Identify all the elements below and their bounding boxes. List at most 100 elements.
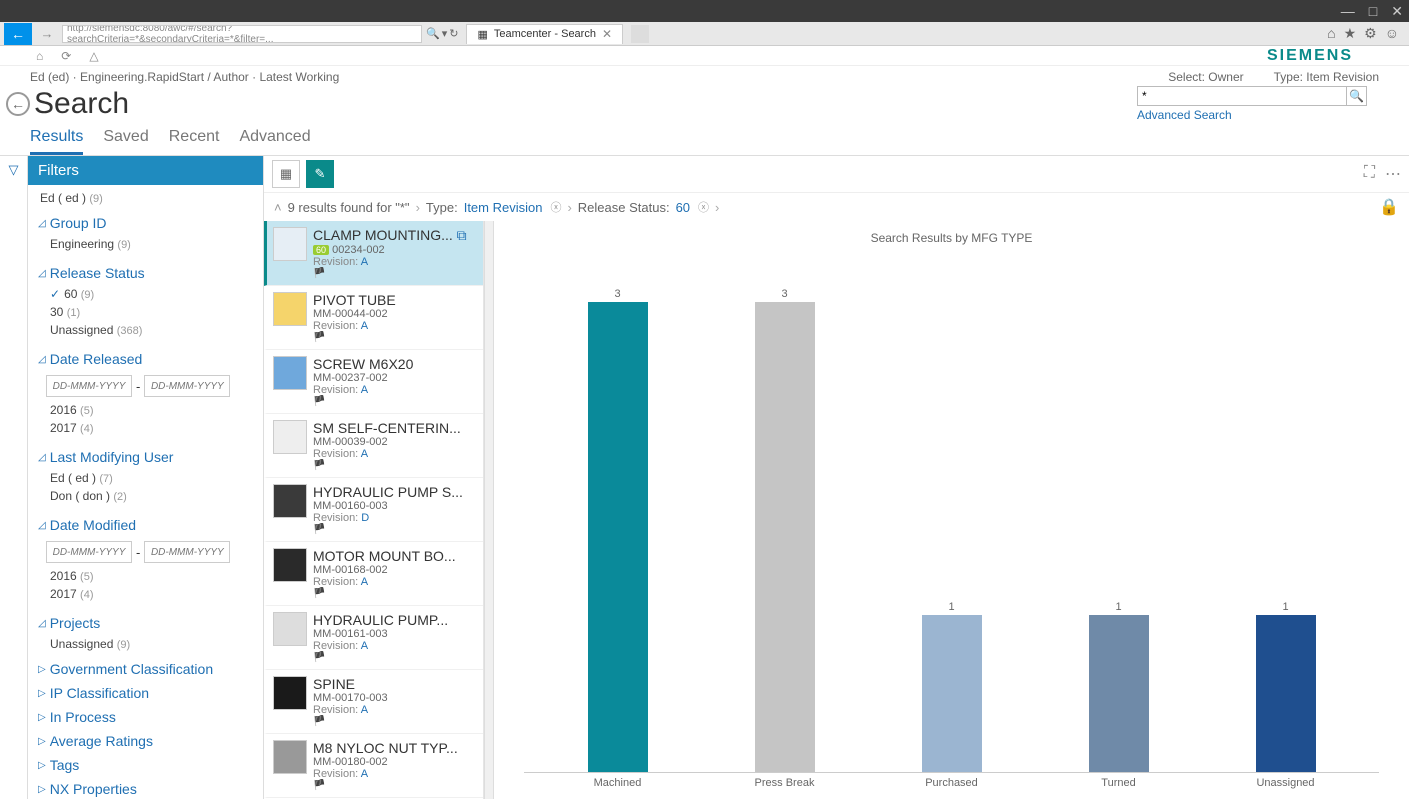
fullscreen-icon[interactable]: ⛶ — [1364, 164, 1375, 184]
result-card[interactable]: MOTOR MOUNT BO...MM-00168-002Revision: A… — [264, 542, 483, 606]
filter-section: ◿Date Released-2016 (5)2017 (4) — [28, 343, 263, 441]
advanced-search-link[interactable]: Advanced Search — [1137, 108, 1232, 122]
bar-value-label: 1 — [948, 601, 954, 613]
filter-title[interactable]: ◿Date Released — [38, 347, 263, 371]
result-card[interactable]: SPINEMM-00170-003Revision: A🏴 — [264, 670, 483, 734]
result-card[interactable]: HYDRAULIC PUMP...MM-00161-003Revision: A… — [264, 606, 483, 670]
favorites-icon[interactable]: ★ — [1344, 25, 1357, 42]
filter-title[interactable]: ◿Release Status — [38, 261, 263, 285]
open-icon[interactable]: ⧉ — [457, 227, 467, 243]
new-tab-button[interactable] — [631, 25, 649, 43]
date-from-input[interactable] — [46, 541, 132, 563]
chart-bar[interactable]: 1 — [912, 601, 992, 772]
reload-icon[interactable]: ↻ — [449, 27, 458, 40]
browser-tab[interactable]: ▦ Teamcenter - Search ✕ — [466, 24, 623, 44]
date-to-input[interactable] — [144, 375, 230, 397]
date-range: - — [38, 371, 263, 401]
filter-item[interactable]: 2016 (5) — [38, 567, 263, 585]
expand-icon: ▷ — [38, 736, 46, 747]
home-icon[interactable]: ⌂ — [1327, 25, 1335, 42]
result-card[interactable]: SM SELF-CENTERIN...MM-00039-002Revision:… — [264, 414, 483, 478]
tab-recent[interactable]: Recent — [169, 128, 220, 155]
result-thumbnail — [273, 740, 307, 774]
result-card[interactable]: CLAMP MOUNTING... ⧉60 00234-002Revision:… — [264, 221, 483, 286]
result-thumbnail — [273, 292, 307, 326]
settings-icon[interactable]: ⚙ — [1364, 25, 1377, 42]
browser-url-bar[interactable]: http://siemensdc:8080/awc/#/search?searc… — [62, 25, 422, 43]
filter-title-collapsed[interactable]: ▷Government Classification — [28, 657, 263, 681]
table-view-button[interactable]: ▦ — [272, 160, 300, 188]
splitter[interactable] — [484, 221, 494, 799]
app-refresh-icon[interactable]: ⟳ — [61, 49, 71, 63]
filter-icon[interactable]: ▽ — [9, 162, 19, 799]
app-notification-icon[interactable]: △ — [89, 49, 98, 63]
page-header: ← Search 🔍 Advanced Search — [0, 86, 1409, 122]
tab-close-button[interactable]: ✕ — [602, 27, 612, 41]
filter-title[interactable]: ◿Group ID — [38, 211, 263, 235]
filter-item[interactable]: Engineering (9) — [38, 235, 263, 253]
crumb-status-value[interactable]: 60 — [676, 200, 690, 215]
bar-value-label: 1 — [1115, 601, 1121, 613]
result-revision: Revision: D — [313, 512, 477, 524]
result-card[interactable]: M8 NYLOC NUT TYP...MM-00180-002Revision:… — [264, 734, 483, 798]
filter-item-count: (368) — [117, 325, 143, 337]
result-card[interactable]: HYDRAULIC PUMP S...MM-00160-003Revision:… — [264, 478, 483, 542]
filter-title-collapsed[interactable]: ▷NX Properties — [28, 777, 263, 799]
crumb-type-remove[interactable]: ⓧ — [550, 199, 561, 215]
date-range: - — [38, 537, 263, 567]
date-from-input[interactable] — [46, 375, 132, 397]
filter-section: ◿Last Modifying UserEd ( ed ) (7)Don ( d… — [28, 441, 263, 509]
owner-filter-label[interactable]: Ed ( ed ) — [40, 191, 86, 205]
result-card[interactable]: SCREW M6X20MM-00237-002Revision: A🏴 — [264, 350, 483, 414]
result-thumbnail — [273, 356, 307, 390]
window-close-button[interactable]: ✕ — [1391, 3, 1403, 20]
search-button[interactable]: 🔍 — [1347, 86, 1367, 106]
filter-item[interactable]: Ed ( ed ) (7) — [38, 469, 263, 487]
tab-saved[interactable]: Saved — [103, 128, 148, 155]
result-title: CLAMP MOUNTING... ⧉ — [313, 227, 477, 244]
filter-item[interactable]: Don ( don ) (2) — [38, 487, 263, 505]
feedback-icon[interactable]: ☺ — [1385, 25, 1399, 42]
result-card[interactable]: PIVOT TUBEMM-00044-002Revision: A🏴 — [264, 286, 483, 350]
filter-title-collapsed[interactable]: ▷Tags — [28, 753, 263, 777]
page-back-button[interactable]: ← — [6, 92, 30, 116]
filter-item-count: (5) — [80, 571, 93, 583]
filter-title[interactable]: ◿Projects — [38, 611, 263, 635]
filter-title-collapsed[interactable]: ▷Average Ratings — [28, 729, 263, 753]
app-home-icon[interactable]: ⌂ — [36, 49, 43, 63]
tab-results[interactable]: Results — [30, 128, 83, 155]
crumb-status-remove[interactable]: ⓧ — [698, 199, 709, 215]
chart-bar[interactable]: 3 — [578, 288, 658, 772]
filter-title-collapsed[interactable]: ▷In Process — [28, 705, 263, 729]
date-to-input[interactable] — [144, 541, 230, 563]
search-icon[interactable]: 🔍 — [426, 27, 440, 40]
filter-item-label: 60 — [64, 287, 77, 301]
filter-title[interactable]: ◿Last Modifying User — [38, 445, 263, 469]
filter-title-collapsed[interactable]: ▷IP Classification — [28, 681, 263, 705]
tab-advanced[interactable]: Advanced — [239, 128, 310, 155]
crumb-type-value[interactable]: Item Revision — [464, 200, 543, 215]
filter-item[interactable]: Unassigned (9) — [38, 635, 263, 653]
chart-bar[interactable]: 3 — [745, 288, 825, 772]
filter-item[interactable]: ✓60 (9) — [38, 285, 263, 303]
result-thumbnail — [273, 484, 307, 518]
filter-title[interactable]: ◿Date Modified — [38, 513, 263, 537]
chart-view-button[interactable]: ✎ — [306, 160, 334, 188]
browser-forward-button[interactable]: → — [36, 26, 58, 41]
collapse-crumb-icon[interactable]: ˄ — [274, 200, 282, 215]
lock-icon[interactable]: 🔒 — [1379, 197, 1399, 217]
filter-item[interactable]: 30 (1) — [38, 303, 263, 321]
chart-bar[interactable]: 1 — [1246, 601, 1326, 772]
window-minimize-button[interactable]: — — [1341, 3, 1355, 19]
filter-item[interactable]: 2016 (5) — [38, 401, 263, 419]
search-tabs: Results Saved Recent Advanced — [0, 122, 1409, 156]
more-menu-icon[interactable]: ⋯ — [1385, 164, 1401, 184]
chart-bar[interactable]: 1 — [1079, 601, 1159, 772]
filter-item-label: Engineering — [50, 237, 114, 251]
search-input[interactable] — [1137, 86, 1347, 106]
filter-item[interactable]: 2017 (4) — [38, 585, 263, 603]
browser-back-button[interactable]: ← — [4, 23, 32, 45]
filter-item[interactable]: 2017 (4) — [38, 419, 263, 437]
filter-item[interactable]: Unassigned (368) — [38, 321, 263, 339]
window-maximize-button[interactable]: □ — [1369, 3, 1377, 19]
